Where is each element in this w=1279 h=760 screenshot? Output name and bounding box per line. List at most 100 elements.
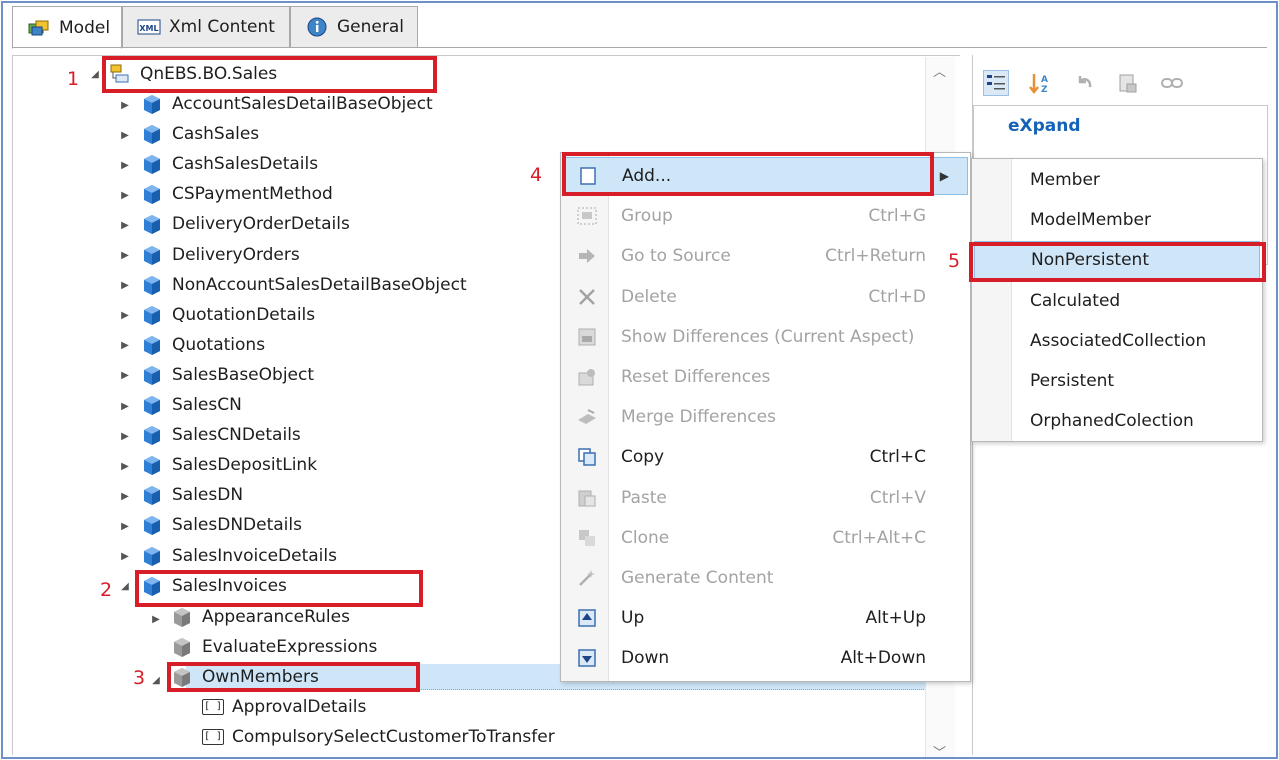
group-icon xyxy=(563,206,611,226)
submenu-item-persistent[interactable]: Persistent xyxy=(974,362,1260,400)
tree-node-label: SalesCNDetails xyxy=(172,425,301,446)
tree-node-class[interactable]: DeliveryOrderDetails xyxy=(140,209,354,239)
expand-arrow-icon[interactable]: ▶ xyxy=(120,551,130,562)
tree-node-member[interactable]: [ ] ApprovalDetails xyxy=(202,692,366,722)
tree-node-evaluate-expressions[interactable]: EvaluateExpressions xyxy=(170,632,381,662)
class-cube-icon xyxy=(140,513,164,537)
tree-node-class[interactable]: AccountSalesDetailBaseObject xyxy=(140,89,437,119)
submenu-item-label: AssociatedCollection xyxy=(1030,330,1207,351)
tree-node-label: NonAccountSalesDetailBaseObject xyxy=(172,274,467,295)
scroll-up-icon[interactable]: ︿ xyxy=(933,61,946,80)
property-pages-icon[interactable] xyxy=(1115,70,1141,96)
tree-node-class[interactable]: QuotationDetails xyxy=(140,300,319,330)
member-icon: [ ] xyxy=(202,729,224,745)
info-icon xyxy=(305,17,329,37)
tree-node-label: ApprovalDetails xyxy=(232,697,367,717)
clone-icon xyxy=(563,528,611,548)
tab-divider xyxy=(12,47,1267,48)
menu-item-delete[interactable]: Delete Ctrl+D xyxy=(563,278,968,316)
submenu-item-associatedcollection[interactable]: AssociatedCollection xyxy=(974,322,1260,360)
down-icon xyxy=(563,648,611,668)
step-number: 1 xyxy=(67,68,80,90)
property-category[interactable]: eXpand xyxy=(1008,116,1081,136)
menu-item-generate-content[interactable]: Generate Content xyxy=(563,559,968,597)
show-differences-icon xyxy=(563,327,611,347)
menu-item-reset-differences[interactable]: Reset Differences xyxy=(563,358,968,396)
class-cube-icon xyxy=(140,152,164,176)
expand-arrow-icon[interactable]: ▶ xyxy=(120,100,130,111)
tree-node-class[interactable]: SalesDNDetails xyxy=(140,510,306,540)
tree-node-class[interactable]: SalesInvoiceDetails xyxy=(140,541,341,571)
tree-node-class[interactable]: SalesBaseObject xyxy=(140,360,318,390)
menu-item-go-to-source[interactable]: Go to Source Ctrl+Return xyxy=(563,237,968,275)
class-cube-icon xyxy=(140,212,164,236)
step-number: 4 xyxy=(530,164,543,186)
expand-arrow-icon[interactable]: ▶ xyxy=(120,250,130,261)
expand-arrow-icon[interactable]: ▶ xyxy=(151,614,161,625)
svg-text:A: A xyxy=(1041,75,1048,85)
categorized-icon[interactable] xyxy=(983,70,1009,96)
tree-node-class[interactable]: SalesCNDetails xyxy=(140,420,305,450)
properties-toolbar: AZ xyxy=(973,63,1185,103)
menu-item-paste[interactable]: Paste Ctrl+V xyxy=(563,479,968,517)
tree-node-class[interactable]: SalesDepositLink xyxy=(140,450,321,480)
submenu-item-member[interactable]: Member xyxy=(974,161,1260,199)
submenu-item-modelmember[interactable]: ModelMember xyxy=(974,201,1260,239)
menu-item-group[interactable]: Group Ctrl+G xyxy=(563,197,968,235)
tree-node-label: SalesInvoiceDetails xyxy=(172,545,337,566)
submenu-item-orphanedcolection[interactable]: OrphanedColection xyxy=(974,402,1260,440)
tree-node-class[interactable]: CSPaymentMethod xyxy=(140,179,337,209)
tree-node-label: SalesBaseObject xyxy=(172,364,315,385)
tab-xml-content[interactable]: XML Xml Content xyxy=(122,6,290,48)
expand-arrow-icon[interactable]: ▶ xyxy=(120,220,130,231)
expand-arrow-icon[interactable]: ▶ xyxy=(120,521,130,532)
undo-icon[interactable] xyxy=(1071,70,1097,96)
expand-arrow-icon[interactable]: ▶ xyxy=(120,431,130,442)
tree-node-label: SalesCN xyxy=(172,395,242,415)
highlight-box xyxy=(562,152,934,196)
menu-item-shortcut: Ctrl+G xyxy=(868,206,926,227)
tree-node-member[interactable]: [ ] CompulsorySelectCustomerToTransfer xyxy=(202,722,555,752)
class-cube-icon xyxy=(140,303,164,327)
tree-node-class[interactable]: SalesDN xyxy=(140,480,247,510)
step-number: 2 xyxy=(100,579,113,601)
menu-item-label: Delete xyxy=(621,286,677,307)
menu-item-up[interactable]: Up Alt+Up xyxy=(563,599,968,637)
expand-arrow-icon[interactable]: ▶ xyxy=(120,280,130,291)
tree-node-class[interactable]: NonAccountSalesDetailBaseObject xyxy=(140,270,471,300)
menu-item-label: Copy xyxy=(621,447,665,468)
tab-model-label: Model xyxy=(59,17,111,38)
collapse-arrow-icon[interactable]: ◢ xyxy=(151,675,161,686)
tree-node-label: EvaluateExpressions xyxy=(202,637,378,657)
context-menu: Add... ▶ Group Ctrl+G Go to Source Ctrl+Retur… xyxy=(560,152,971,682)
expand-arrow-icon[interactable]: ▶ xyxy=(120,370,130,381)
expand-arrow-icon[interactable]: ▶ xyxy=(120,461,130,472)
expand-arrow-icon[interactable]: ▶ xyxy=(120,401,130,412)
menu-item-merge-differences[interactable]: Merge Differences xyxy=(563,398,968,436)
expand-arrow-icon[interactable]: ▶ xyxy=(120,310,130,321)
menu-item-show-differences[interactable]: Show Differences (Current Aspect) xyxy=(563,318,968,356)
menu-item-down[interactable]: Down Alt+Down xyxy=(563,639,968,677)
expand-arrow-icon[interactable]: ▶ xyxy=(120,160,130,171)
sort-alphabetical-icon[interactable]: AZ xyxy=(1027,70,1053,96)
collapse-arrow-icon[interactable]: ◢ xyxy=(90,69,100,80)
tree-node-class[interactable]: DeliveryOrders xyxy=(140,240,304,270)
tree-node-class[interactable]: CashSales xyxy=(140,119,263,149)
tree-node-class[interactable]: Quotations xyxy=(140,330,269,360)
merge-differences-icon xyxy=(563,408,611,426)
expand-arrow-icon[interactable]: ▶ xyxy=(120,491,130,502)
scroll-down-icon[interactable]: ﹀ xyxy=(933,742,946,760)
expand-arrow-icon[interactable]: ▶ xyxy=(120,190,130,201)
tree-node-class[interactable]: CashSalesDetails xyxy=(140,149,322,179)
add-submenu: Member ModelMember NonPersistent Calculated… xyxy=(971,158,1263,442)
expand-arrow-icon[interactable]: ▶ xyxy=(120,340,130,351)
tab-model[interactable]: Model xyxy=(12,6,122,49)
tree-node-class[interactable]: SalesCN xyxy=(140,390,246,420)
tab-general[interactable]: General xyxy=(290,6,418,48)
link-icon[interactable] xyxy=(1159,70,1185,96)
menu-item-clone[interactable]: Clone Ctrl+Alt+C xyxy=(563,519,968,557)
collapse-arrow-icon[interactable]: ◢ xyxy=(120,581,130,592)
menu-item-copy[interactable]: Copy Ctrl+C xyxy=(563,438,968,476)
expand-arrow-icon[interactable]: ▶ xyxy=(120,130,130,141)
submenu-item-calculated[interactable]: Calculated xyxy=(974,282,1260,320)
